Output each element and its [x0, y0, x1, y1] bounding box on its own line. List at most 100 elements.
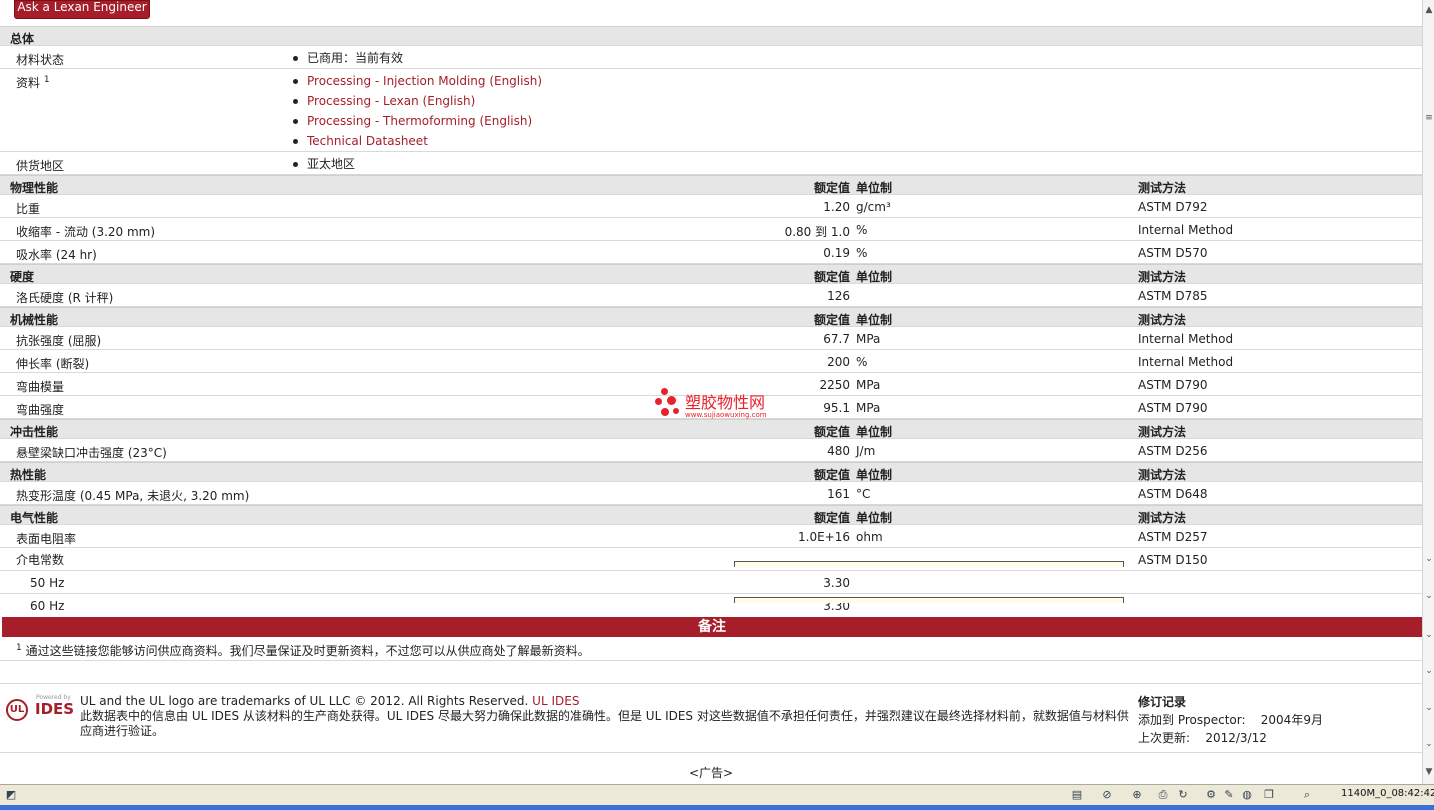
popup-blocker-icon[interactable]: ⊘ [1100, 788, 1114, 802]
divider [0, 752, 1422, 753]
property-test: ASTM D256 [1138, 444, 1208, 458]
watermark-logo: 塑胶物性网 www.sujiaowuxing.com [655, 386, 785, 422]
table-row: 收缩率 - 流动 (3.20 mm) 0.80 到 1.0 % Internal… [0, 218, 1422, 241]
table-row: 介电常数 ASTM D150 [0, 548, 1422, 571]
section-title: 总体 [10, 32, 35, 46]
property-name: 热变形温度 (0.45 MPa, 未退火, 3.20 mm) [16, 489, 250, 503]
ul-logo-icon: UL [6, 699, 28, 721]
row-material-status: 材料状态 已商用：当前有效 [0, 46, 1422, 69]
scroll-down-icon[interactable]: ▼ [1424, 766, 1434, 778]
property-unit: °C [856, 487, 871, 501]
globe-icon[interactable]: ◍ [1240, 788, 1254, 802]
status-list: 已商用：当前有效 [290, 48, 403, 68]
chevron-down-icon[interactable]: ⌄ [1424, 738, 1434, 750]
page-icon[interactable]: ▤ [1070, 788, 1084, 802]
chevron-down-icon[interactable]: ⌄ [1424, 702, 1434, 714]
property-name: 60 Hz [30, 599, 65, 613]
property-unit: % [856, 246, 868, 260]
property-value: 1.0E+16 [798, 530, 850, 544]
property-name: 资料 1 [16, 75, 50, 90]
property-unit: MPa [856, 401, 881, 415]
property-test: ASTM D257 [1138, 530, 1208, 544]
doc-link-thermoforming[interactable]: Processing - Thermoforming (English) [307, 114, 532, 128]
property-name: 介电常数 [16, 553, 65, 567]
property-unit: J/m [856, 444, 876, 458]
col-header-value: 额定值 [813, 425, 850, 439]
notes-header: 备注 [2, 617, 1422, 637]
property-name: 悬壁梁缺口冲击强度 (23°C) [16, 446, 167, 460]
doc-link-lexan[interactable]: Processing - Lexan (English) [307, 94, 475, 108]
section-header-physical: 物理性能 额定值 单位制 测试方法 [0, 175, 1422, 195]
property-test: ASTM D570 [1138, 246, 1208, 260]
tooltip-popup [734, 597, 1124, 603]
property-unit: % [856, 355, 868, 369]
scroll-up-icon[interactable]: ▲ [1424, 4, 1434, 16]
section-header-impact: 冲击性能 额定值 单位制 测试方法 [0, 419, 1422, 439]
property-name: 50 Hz [30, 576, 65, 590]
property-name: 伸长率 (断裂) [16, 357, 90, 371]
property-value: 480 [827, 444, 850, 458]
property-name: 吸水率 (24 hr) [16, 248, 97, 262]
section-header-general: 总体 [0, 26, 1422, 46]
window-icon[interactable]: ❐ [1262, 788, 1276, 802]
chevron-down-icon[interactable]: ⌄ [1424, 553, 1434, 565]
table-row: 50 Hz 3.30 [0, 571, 1422, 594]
table-row: 悬壁梁缺口冲击强度 (23°C) 480 J/m ASTM D256 [0, 439, 1422, 462]
edit-icon[interactable]: ✎ [1222, 788, 1236, 802]
ad-placeholder: <广告> [688, 766, 734, 780]
col-header-test: 测试方法 [1138, 181, 1187, 195]
section-title: 硬度 [10, 270, 35, 284]
vertical-scrollbar[interactable]: ▲ ≡ ⌄ ⌄ ⌄ ⌄ ⌄ ⌄ ▼ [1422, 0, 1434, 784]
zoom-icon[interactable]: ⌕ [1300, 788, 1314, 802]
property-unit: g/cm³ [856, 200, 891, 214]
region-list: 亚太地区 [290, 154, 355, 174]
table-row: 洛氏硬度 (R 计秤) 126 ASTM D785 [0, 284, 1422, 307]
property-unit: MPa [856, 332, 881, 346]
property-unit: % [856, 223, 868, 237]
property-value: 2250 [819, 378, 850, 392]
taskbar [0, 805, 1434, 810]
section-title: 冲击性能 [10, 425, 59, 439]
updated-value: 2012/3/12 [1205, 731, 1267, 745]
property-name: 收缩率 - 流动 (3.20 mm) [16, 225, 156, 239]
col-header-test: 测试方法 [1138, 511, 1187, 525]
property-value: 0.80 到 1.0 [784, 225, 850, 239]
property-name: 比重 [16, 202, 41, 216]
print-icon[interactable]: ⎙ [1156, 788, 1170, 802]
security-icon[interactable]: ⊕ [1130, 788, 1144, 802]
ask-lexan-engineer-button[interactable]: Ask a Lexan Engineer [14, 0, 150, 19]
copyright-text: UL and the UL logo are trademarks of UL … [80, 694, 580, 708]
watermark-title: 塑胶物性网 [685, 393, 766, 412]
scroll-thumb-grip-icon[interactable]: ≡ [1424, 112, 1434, 124]
watermark-url: www.sujiaowuxing.com [685, 411, 767, 419]
updated-label: 上次更新: [1138, 731, 1191, 745]
disclaimer-text: 此数据表中的信息由 UL IDES 从该材料的生产商处获得。UL IDES 尽最… [80, 709, 1129, 738]
property-test: ASTM D790 [1138, 378, 1208, 392]
col-header-unit: 单位制 [856, 270, 893, 284]
footnote: 1 通过这些链接您能够访问供应商资料。我们尽量保证及时更新资料，不过您可以从供应… [16, 643, 590, 658]
refresh-icon[interactable]: ↻ [1176, 788, 1190, 802]
property-value: 3.30 [823, 576, 850, 590]
property-test: ASTM D785 [1138, 289, 1208, 303]
tooltip-popup [734, 561, 1124, 567]
property-value: 95.1 [823, 401, 850, 415]
section-header-hardness: 硬度 额定值 单位制 测试方法 [0, 264, 1422, 284]
property-value: 0.19 [823, 246, 850, 260]
added-value: 2004年9月 [1260, 713, 1323, 727]
status-value: 已商用：当前有效 [290, 48, 403, 68]
chevron-down-icon[interactable]: ⌄ [1424, 590, 1434, 602]
chevron-down-icon[interactable]: ⌄ [1424, 629, 1434, 641]
property-name: 洛氏硬度 (R 计秤) [16, 291, 114, 305]
tool-icon[interactable]: ⚙ [1204, 788, 1218, 802]
table-row: 表面电阻率 1.0E+16 ohm ASTM D257 [0, 525, 1422, 548]
property-test: Internal Method [1138, 332, 1234, 346]
property-name: 弯曲模量 [16, 380, 65, 394]
doc-link-technical-datasheet[interactable]: Technical Datasheet [307, 134, 428, 148]
row-supply-region: 供货地区 亚太地区 [0, 152, 1422, 175]
revision-title: 修订记录 [1138, 695, 1187, 709]
ul-ides-link[interactable]: UL IDES [532, 694, 579, 708]
doc-link-injection-molding[interactable]: Processing - Injection Molding (English) [307, 74, 542, 88]
chevron-down-icon[interactable]: ⌄ [1424, 665, 1434, 677]
page-done-icon: ◩ [5, 788, 17, 801]
col-header-value: 额定值 [813, 511, 850, 525]
